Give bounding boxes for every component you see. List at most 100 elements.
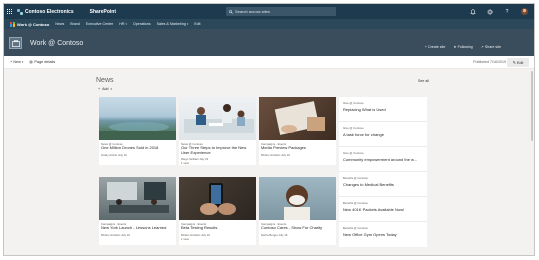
- hub-item-label: Operations: [132, 22, 151, 26]
- page-canvas: News See all + Add ▾ News @ Contoso One …: [4, 69, 534, 255]
- hub-item-hr[interactable]: HR ▾: [119, 22, 127, 26]
- plus-icon: +: [98, 87, 101, 91]
- hub-item-news[interactable]: News: [55, 22, 64, 26]
- new-button[interactable]: + New ▾: [10, 60, 23, 64]
- scrollbar-thumb[interactable]: [530, 71, 533, 141]
- item-category: Give @ Contoso: [343, 101, 364, 105]
- edit-button[interactable]: ✎ Edit: [507, 58, 529, 67]
- card-meta: Grady Archie July 16: [101, 153, 127, 157]
- news-card[interactable]: News @ Contoso Our Three Steps to Improv…: [179, 97, 256, 165]
- hub-item-label: News: [55, 22, 65, 26]
- page-scrollbar[interactable]: [530, 69, 533, 255]
- contoso-logo-icon: [17, 8, 23, 15]
- chevron-down-icon: ▾: [186, 22, 189, 26]
- hub-item-operations[interactable]: Operations: [133, 22, 151, 26]
- suite-bar: Contoso Electronics SharePoint Search ac…: [4, 4, 534, 19]
- hub-title[interactable]: Work @ Contoso: [17, 22, 49, 27]
- list-item[interactable]: Benefits @ Contoso Changes to Medical Be…: [339, 172, 427, 197]
- news-card[interactable]: Campaigns · Events New York Launch - Les…: [99, 177, 176, 245]
- news-thumbnail: [179, 177, 256, 220]
- hub-item-executive-center[interactable]: Executive Center: [86, 22, 113, 26]
- hub-item-label: Brand: [70, 22, 80, 26]
- hub-item-label: HR: [119, 22, 125, 26]
- item-title: New 401K Packets Available Now!: [343, 207, 405, 212]
- notifications-icon[interactable]: [470, 8, 476, 15]
- card-title: Media Preview Packages: [261, 145, 306, 150]
- news-card[interactable]: Campaigns · Events Beta Testing Results …: [179, 177, 256, 245]
- card-date: July 16: [199, 157, 209, 161]
- app-launcher-icon[interactable]: [4, 4, 15, 19]
- item-title: A task force for change: [343, 132, 384, 137]
- card-meta: Miriam Graham July 16: [261, 153, 290, 157]
- hub-item-edit[interactable]: Edit: [194, 22, 200, 26]
- plus-icon: +: [10, 60, 13, 64]
- list-item[interactable]: Benefits @ Contoso New Office Gym Opens …: [339, 222, 427, 247]
- news-card[interactable]: News @ Contoso One Million Drones Sold i…: [99, 97, 176, 165]
- search-box[interactable]: Search across sites: [226, 7, 336, 16]
- brand-link[interactable]: Contoso Electronics: [17, 8, 74, 15]
- chevron-down-icon: ▾: [125, 22, 127, 26]
- news-card[interactable]: Campaigns · Events Media Preview Package…: [259, 97, 336, 165]
- item-title: New Office Gym Opens Today: [343, 232, 397, 237]
- card-title: Beta Testing Results: [181, 225, 218, 230]
- card-author: Miriam Graham: [101, 233, 121, 237]
- news-thumbnail: [99, 177, 176, 220]
- news-thumbnail: [259, 97, 336, 140]
- card-date: July 16: [117, 153, 127, 157]
- pencil-icon: ✎: [512, 61, 516, 65]
- page-details-button[interactable]: Page details: [29, 60, 55, 64]
- list-item[interactable]: Give @ Contoso Replacing What is Used: [339, 97, 427, 122]
- list-item[interactable]: Give @ Contoso A task force for change: [339, 122, 427, 147]
- item-title: Changes to Medical Benefits: [343, 182, 394, 187]
- news-card[interactable]: Campaigns · Events Contoso Cares - Show …: [259, 177, 336, 245]
- card-title: Contoso Cares - Show For Charity: [261, 225, 323, 230]
- item-title: Replacing What is Used: [343, 107, 386, 112]
- following-label: Following: [457, 45, 473, 49]
- news-thumbnail: [99, 97, 176, 140]
- page-details-label: Page details: [34, 60, 56, 64]
- item-title: Community empowerment around the w...: [343, 157, 418, 162]
- brand-name: Contoso Electronics: [25, 8, 74, 15]
- help-icon[interactable]: ?: [504, 9, 510, 15]
- app-name[interactable]: SharePoint: [90, 9, 116, 15]
- list-item[interactable]: Give @ Contoso Community empowerment aro…: [339, 147, 427, 172]
- hub-item-label: Executive Center: [85, 22, 114, 26]
- create-site-button[interactable]: + Create site: [425, 45, 445, 49]
- item-category: Benefits @ Contoso: [343, 201, 368, 205]
- site-logo-icon[interactable]: [9, 37, 22, 49]
- card-author: Debra Berger: [261, 233, 278, 237]
- user-avatar[interactable]: [521, 8, 528, 15]
- new-label: New: [13, 60, 21, 64]
- create-site-label: + Create site: [424, 45, 446, 49]
- gear-icon: [29, 60, 34, 64]
- add-label: Add: [102, 87, 109, 91]
- edit-label: Edit: [516, 60, 524, 65]
- card-author: Miriam Graham: [261, 153, 281, 157]
- hub-item-sales-marketing[interactable]: Sales & Marketing ▾: [157, 22, 189, 26]
- hub-item-label: Sales & Marketing: [156, 22, 186, 26]
- card-meta: Debra Berger July 16: [261, 233, 287, 237]
- card-title: New York Launch - Lessons Learned: [101, 225, 167, 230]
- chevron-down-icon: ▾: [110, 87, 113, 91]
- browser-frame: Contoso Electronics SharePoint Search ac…: [3, 3, 535, 256]
- card-title: Our Three Steps to Improve the New User …: [181, 145, 247, 155]
- news-thumbnail: [179, 97, 256, 140]
- see-all-link[interactable]: See all: [418, 79, 429, 83]
- share-site-button[interactable]: ↗ Share site: [481, 45, 501, 49]
- card-views: 1 view: [181, 161, 189, 165]
- card-date: July 16: [121, 233, 130, 237]
- share-site-label: Share site: [484, 45, 501, 49]
- item-category: Benefits @ Contoso: [343, 176, 368, 180]
- hub-item-brand[interactable]: Brand: [70, 22, 80, 26]
- card-author: Grady Archie: [101, 153, 118, 157]
- item-category: Give @ Contoso: [343, 126, 364, 130]
- news-side-list: Give @ Contoso Replacing What is Used Gi…: [339, 97, 427, 247]
- list-item[interactable]: Benefits @ Contoso New 401K Packets Avai…: [339, 197, 427, 222]
- hub-logo-icon: [10, 21, 15, 27]
- site-header: Work @ Contoso + Create site ★ Following …: [4, 29, 534, 56]
- star-icon: ★: [453, 45, 457, 49]
- following-button[interactable]: ★ Following: [453, 45, 472, 49]
- published-date: Published 7/16/2019: [473, 60, 506, 64]
- add-news-button[interactable]: + Add ▾: [98, 87, 112, 91]
- settings-icon[interactable]: [487, 8, 493, 15]
